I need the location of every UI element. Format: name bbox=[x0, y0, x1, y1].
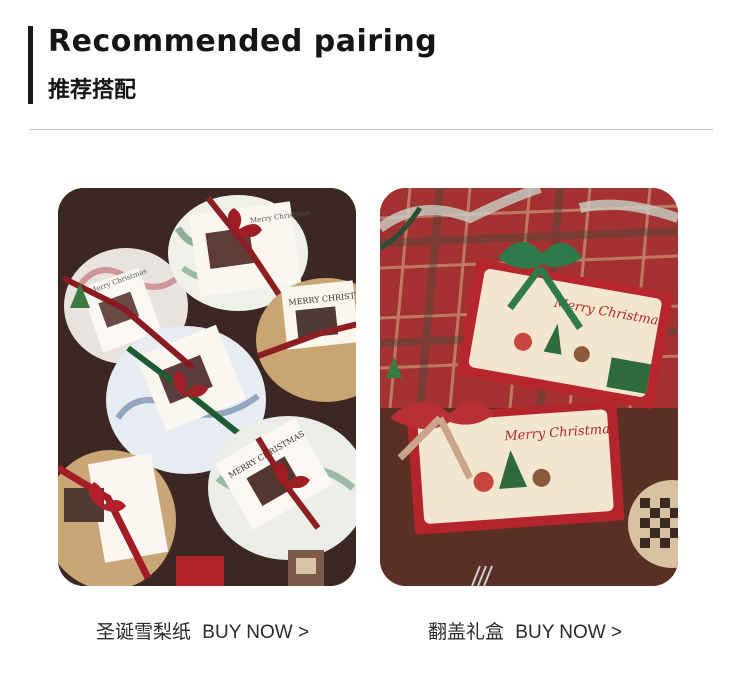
product-image-tissue-paper[interactable]: Merry Christmas Merry Christmas MERRY CH… bbox=[58, 188, 356, 586]
flip-gift-box-photo: Merry Christmas Merry Christmas bbox=[380, 188, 678, 586]
product-name: 圣诞雪梨纸 bbox=[96, 622, 192, 643]
product-image-flip-gift-box[interactable]: Merry Christmas Merry Christmas bbox=[380, 188, 678, 586]
header-accent-bar bbox=[28, 26, 33, 104]
section-title-chinese: 推荐搭配 bbox=[48, 78, 137, 103]
product-link-flip-gift-box[interactable]: 翻盖礼盒 BUY NOW > bbox=[428, 617, 622, 644]
buy-now-link[interactable]: BUY NOW > bbox=[515, 622, 622, 643]
product-link-tissue-paper[interactable]: 圣诞雪梨纸 BUY NOW > bbox=[96, 617, 309, 644]
buy-now-link[interactable]: BUY NOW > bbox=[202, 622, 309, 643]
product-name: 翻盖礼盒 bbox=[428, 622, 505, 643]
header-divider bbox=[30, 129, 713, 130]
section-title-english: Recommended pairing bbox=[48, 24, 438, 59]
tissue-paper-photo: Merry Christmas Merry Christmas MERRY CH… bbox=[58, 188, 356, 586]
